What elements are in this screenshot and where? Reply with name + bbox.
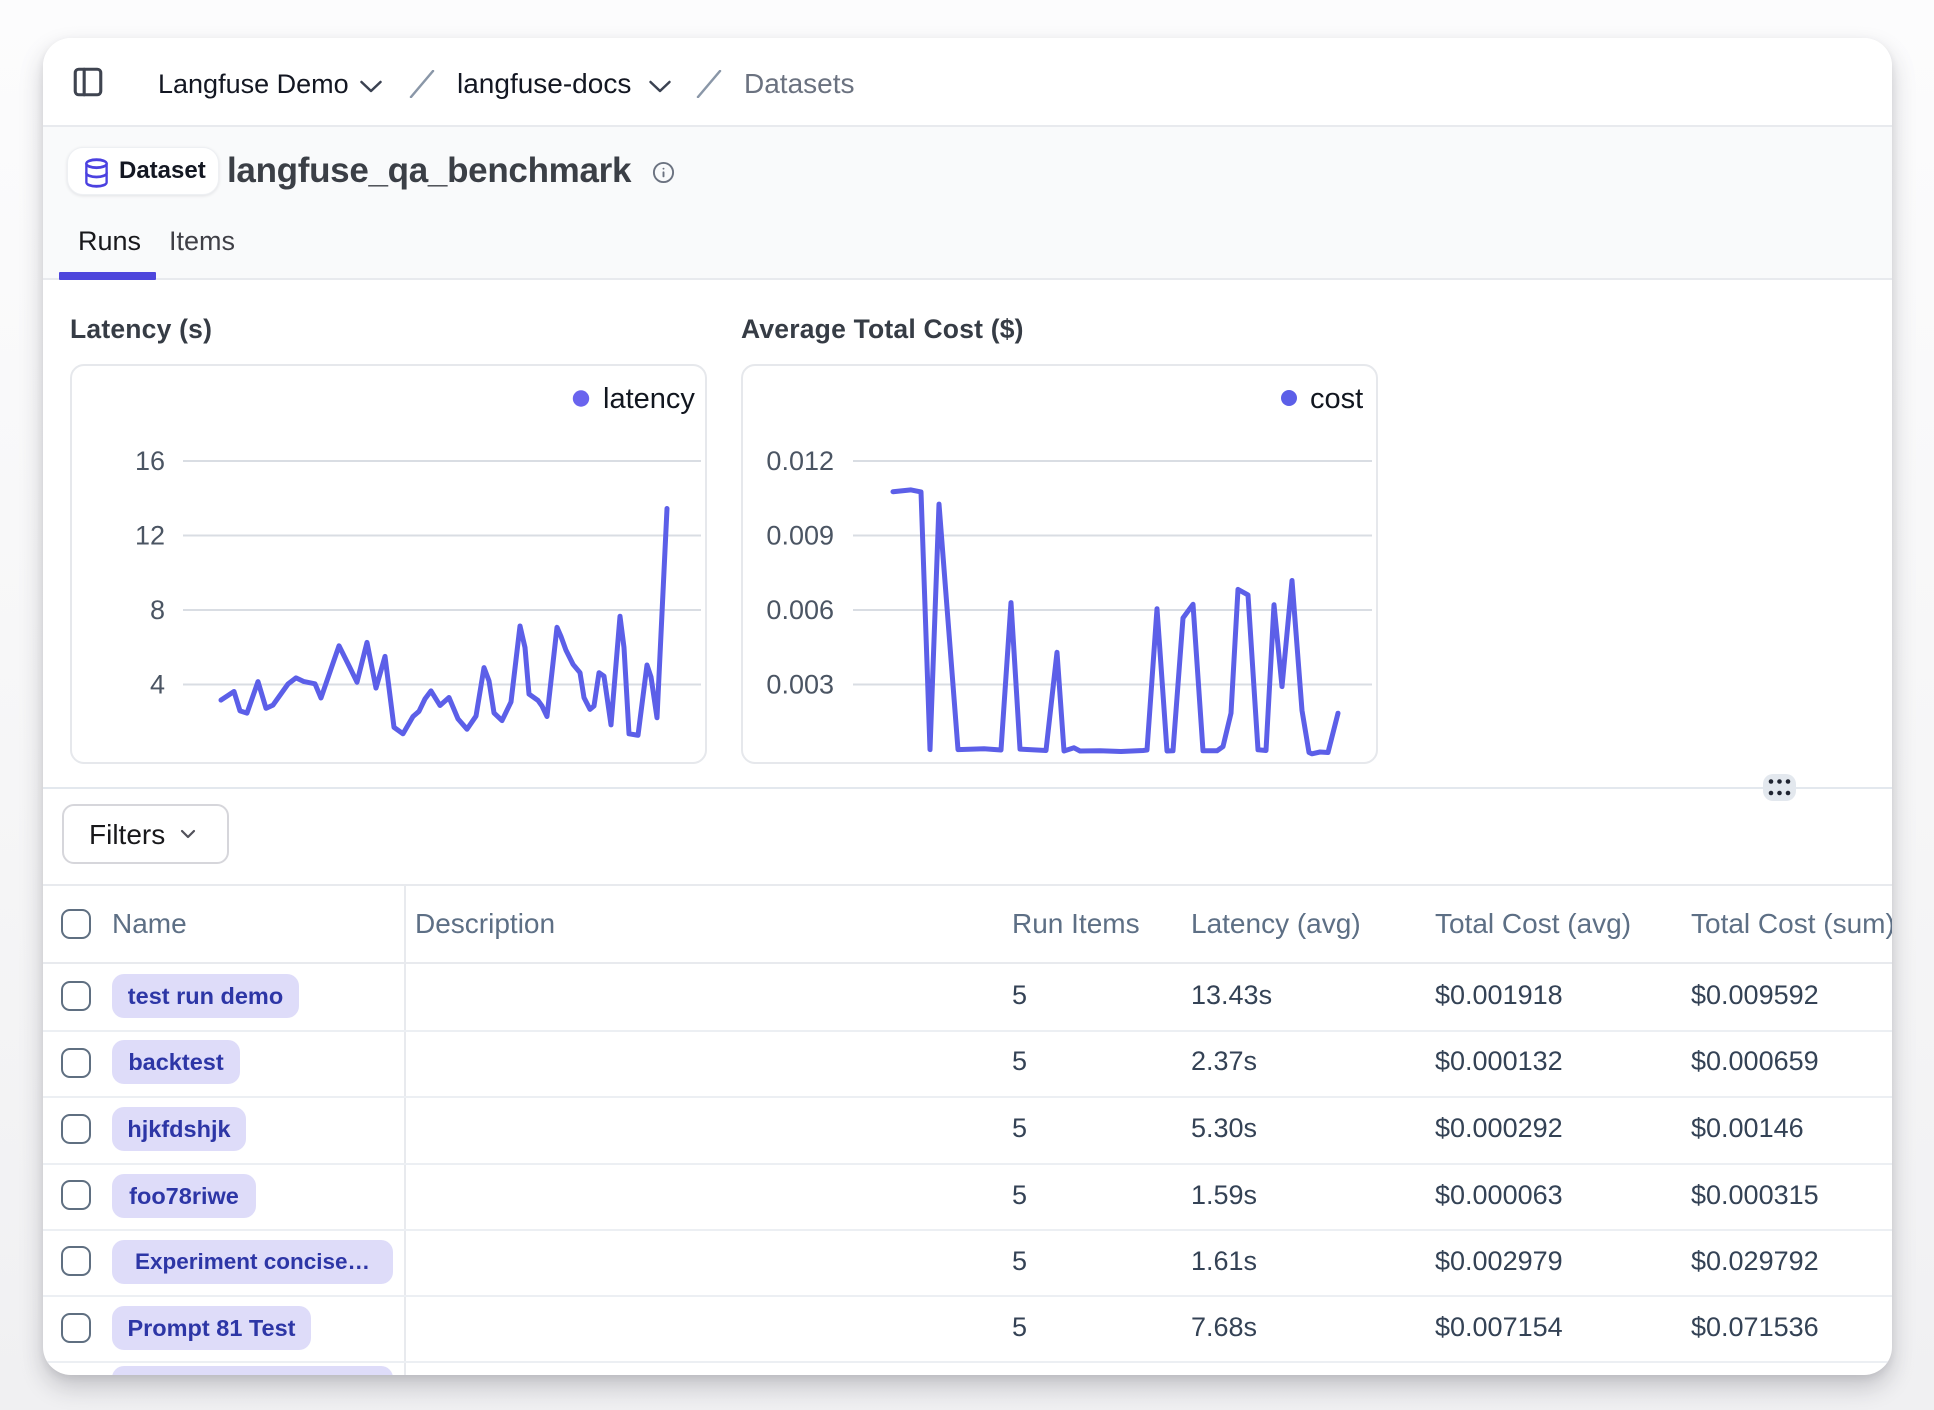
svg-text:0.012: 0.012 — [766, 446, 834, 476]
svg-text:12: 12 — [135, 521, 165, 551]
svg-text:4: 4 — [150, 670, 165, 700]
svg-text:cost: cost — [1310, 383, 1363, 415]
svg-text:0.009: 0.009 — [766, 521, 834, 551]
svg-text:latency: latency — [603, 383, 695, 415]
svg-text:0.006: 0.006 — [766, 595, 834, 625]
svg-text:0.003: 0.003 — [766, 670, 834, 700]
svg-text:8: 8 — [150, 595, 165, 625]
svg-text:16: 16 — [135, 446, 165, 476]
